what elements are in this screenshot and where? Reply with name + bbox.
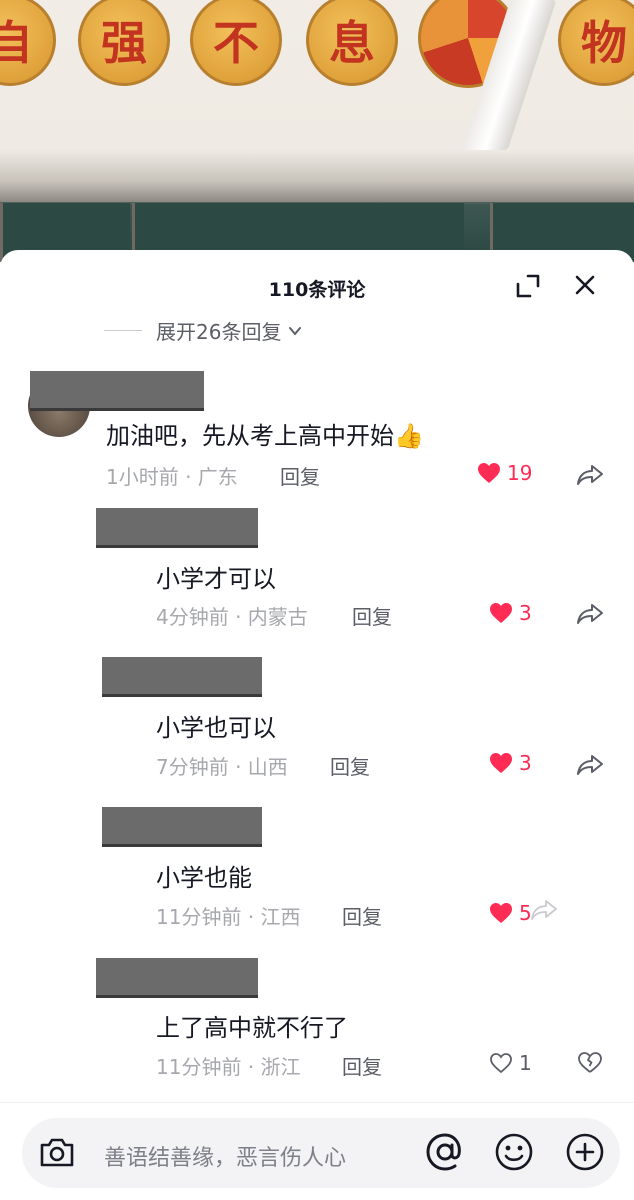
wall-character: 不 [213, 16, 259, 70]
comment-meta: 11分钟前 · 浙江 [156, 1055, 301, 1079]
redacted-username [102, 807, 262, 847]
comment-text: 小学才可以 [156, 565, 276, 593]
comment-sheet: 110条评论 展开26条回复 加油吧，先从考上高中开始👍 1小时前 · 广东 回… [0, 250, 634, 1200]
comment-text: 小学也能 [156, 864, 252, 892]
comment-meta: 4分钟前 · 内蒙古 [156, 605, 308, 629]
redacted-username [30, 371, 204, 411]
wall-plate: 物 [558, 0, 634, 86]
close-icon[interactable] [570, 270, 600, 300]
comment-meta: 1小时前 · 广东 [106, 465, 238, 489]
emoji-icon[interactable] [492, 1130, 536, 1174]
comment-meta: 11分钟前 · 江西 [156, 905, 301, 929]
like-button[interactable]: 3 [489, 751, 532, 775]
comment-text: 上了高中就不行了 [156, 1014, 348, 1042]
reply-button[interactable]: 回复 [342, 901, 382, 930]
reply-button[interactable]: 回复 [280, 461, 320, 490]
comment-text: 小学也可以 [156, 714, 276, 742]
like-button[interactable]: 5 [489, 901, 532, 925]
share-icon[interactable] [530, 898, 558, 922]
wall-strip [0, 180, 634, 202]
camera-icon[interactable] [36, 1132, 78, 1174]
expand-icon[interactable] [514, 272, 542, 300]
like-button[interactable]: 19 [477, 461, 532, 485]
wall-character: 物 [581, 16, 627, 70]
wall-character: 自 [0, 16, 33, 70]
comment-text: 加油吧，先从考上高中开始👍 [106, 422, 424, 450]
wall-plate: 强 [78, 0, 170, 86]
wall-plate: 不 [190, 0, 282, 86]
comment-meta: 7分钟前 · 山西 [156, 755, 288, 779]
share-icon[interactable] [576, 602, 604, 626]
plus-icon[interactable] [563, 1130, 607, 1174]
heart-icon [490, 903, 512, 923]
wall-character: 息 [329, 16, 375, 70]
reply-button[interactable]: 回复 [352, 601, 392, 630]
like-count: 3 [519, 751, 532, 775]
heart-icon [478, 463, 500, 483]
wall-plate: 息 [306, 0, 398, 86]
heart-outline-icon [490, 1053, 512, 1074]
expand-replies-divider [104, 330, 142, 331]
heart-icon [490, 603, 512, 623]
wall-plate: 自 [0, 0, 56, 86]
input-placeholder: 善语结善缘，恶言伤人心 [104, 1146, 347, 1171]
heart-icon [490, 753, 512, 773]
like-count: 19 [507, 461, 533, 485]
wall-character: 强 [101, 16, 147, 70]
expand-replies-label: 展开26条回复 [156, 320, 282, 344]
redacted-username [96, 958, 258, 998]
like-count: 1 [519, 1051, 532, 1075]
redacted-username [96, 508, 258, 548]
comment-input-bar: 善语结善缘，恶言伤人心 [0, 1102, 634, 1200]
share-icon[interactable] [576, 463, 604, 487]
like-count: 3 [519, 601, 532, 625]
share-icon[interactable] [576, 753, 604, 777]
reply-button[interactable]: 回复 [330, 751, 370, 780]
like-button[interactable]: 1 [489, 1051, 532, 1075]
comment-input[interactable]: 善语结善缘，恶言伤人心 [22, 1118, 620, 1188]
reply-button[interactable]: 回复 [342, 1051, 382, 1080]
redacted-username [102, 657, 262, 697]
like-button[interactable]: 3 [489, 601, 532, 625]
mention-icon[interactable] [422, 1129, 468, 1175]
video-background: 自 强 不 息 物 [0, 0, 634, 262]
expand-replies-button[interactable]: 展开26条回复 [104, 316, 303, 345]
chevron-down-icon [289, 326, 302, 335]
broken-heart-icon[interactable] [576, 1050, 604, 1074]
